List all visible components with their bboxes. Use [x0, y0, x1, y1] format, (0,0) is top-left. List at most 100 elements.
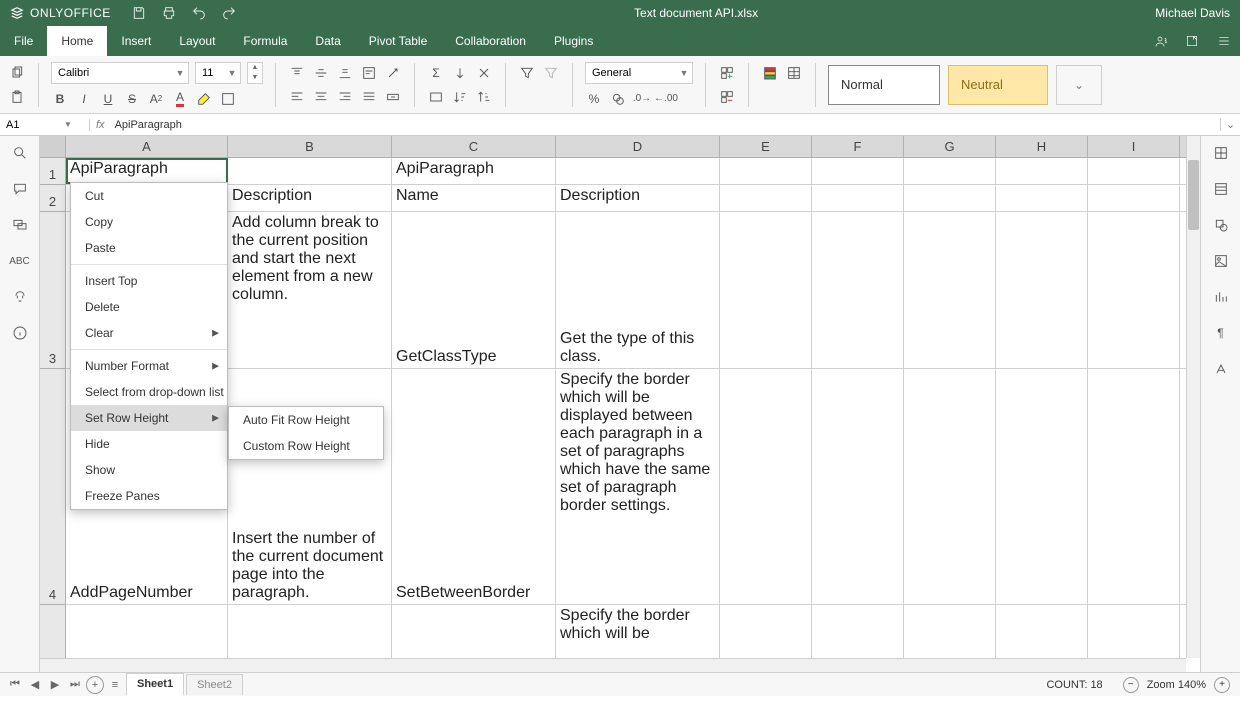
- sheet-tab-1[interactable]: Sheet1: [126, 673, 184, 696]
- image-settings-icon[interactable]: [1212, 252, 1230, 270]
- horizontal-scrollbar[interactable]: [40, 658, 1186, 672]
- col-header-D[interactable]: D: [556, 136, 720, 157]
- ctx-custom-row-height[interactable]: Custom Row Height: [229, 433, 383, 459]
- chevron-down-icon[interactable]: ▼: [172, 68, 188, 78]
- zoom-label[interactable]: Zoom 140%: [1147, 679, 1206, 691]
- wrap-text-icon[interactable]: [360, 64, 378, 82]
- search-icon[interactable]: [11, 144, 29, 162]
- undo-icon[interactable]: [191, 5, 207, 21]
- borders-icon[interactable]: [219, 90, 237, 108]
- cell-E3[interactable]: [720, 212, 812, 368]
- ctx-set-row-height[interactable]: Set Row Height▶: [71, 405, 227, 431]
- menu-layout[interactable]: Layout: [165, 26, 229, 56]
- expand-formula-icon[interactable]: ⌄: [1220, 118, 1240, 131]
- cell-F2[interactable]: [812, 185, 904, 211]
- menu-plugins[interactable]: Plugins: [540, 26, 607, 56]
- insert-cells-icon[interactable]: [718, 64, 736, 82]
- cell-I1[interactable]: [1088, 158, 1180, 184]
- sheet-list-icon[interactable]: ≡: [106, 676, 124, 694]
- info-icon[interactable]: [11, 324, 29, 342]
- cell-C2[interactable]: Name: [392, 185, 556, 211]
- cell-G3[interactable]: [904, 212, 996, 368]
- cell-G1[interactable]: [904, 158, 996, 184]
- cell-H2[interactable]: [996, 185, 1088, 211]
- number-format-input[interactable]: [586, 63, 676, 83]
- ctx-copy[interactable]: Copy: [71, 209, 227, 235]
- cell-G5[interactable]: [904, 605, 996, 664]
- col-header-B[interactable]: B: [228, 136, 392, 157]
- named-range-icon[interactable]: [427, 88, 445, 106]
- spreadsheet-grid[interactable]: A B C D E F G H I 1 2 3 4 ApiParagraph A…: [40, 136, 1200, 672]
- cell-E5[interactable]: [720, 605, 812, 664]
- copy-icon[interactable]: [8, 64, 26, 82]
- delete-cells-icon[interactable]: [718, 88, 736, 106]
- ctx-cut[interactable]: Cut: [71, 183, 227, 209]
- tabs-last-icon[interactable]: ⏭: [66, 676, 84, 694]
- table-settings-icon[interactable]: [1212, 180, 1230, 198]
- row-header-4[interactable]: 4: [40, 369, 66, 605]
- cell-D3[interactable]: Get the type of this class.: [556, 212, 720, 368]
- accounting-icon[interactable]: [609, 90, 627, 108]
- menu-home[interactable]: Home: [47, 26, 107, 56]
- cell-I2[interactable]: [1088, 185, 1180, 211]
- cell-C4[interactable]: SetBetweenBorder: [392, 369, 556, 604]
- subscript-icon[interactable]: A2: [147, 90, 165, 108]
- cell-I4[interactable]: [1088, 369, 1180, 604]
- menu-formula[interactable]: Formula: [229, 26, 301, 56]
- cell-G2[interactable]: [904, 185, 996, 211]
- add-sheet-icon[interactable]: +: [86, 676, 104, 694]
- feedback-icon[interactable]: [11, 288, 29, 306]
- align-right-icon[interactable]: [336, 88, 354, 106]
- ctx-show[interactable]: Show: [71, 457, 227, 483]
- open-location-icon[interactable]: [1176, 26, 1208, 56]
- zoom-in-icon[interactable]: +: [1214, 677, 1230, 693]
- align-middle-icon[interactable]: [312, 64, 330, 82]
- cell-F4[interactable]: [812, 369, 904, 604]
- cell-H4[interactable]: [996, 369, 1088, 604]
- comments-icon[interactable]: [11, 180, 29, 198]
- ctx-clear[interactable]: Clear▶: [71, 320, 227, 346]
- font-color-icon[interactable]: A: [171, 90, 189, 108]
- scrollbar-thumb[interactable]: [1188, 160, 1199, 230]
- text-art-settings-icon[interactable]: [1212, 360, 1230, 378]
- cell-style-dropdown[interactable]: ⌄: [1056, 65, 1102, 105]
- bold-icon[interactable]: B: [51, 90, 69, 108]
- paste-icon[interactable]: [8, 88, 26, 106]
- cell-E4[interactable]: [720, 369, 812, 604]
- ctx-auto-fit-row[interactable]: Auto Fit Row Height: [229, 407, 383, 433]
- cell-B5[interactable]: [228, 605, 392, 664]
- vertical-scrollbar[interactable]: [1186, 136, 1200, 658]
- font-name-combo[interactable]: ▼: [51, 62, 189, 84]
- font-size-combo[interactable]: ▼: [195, 62, 241, 84]
- save-icon[interactable]: [131, 5, 147, 21]
- cell-D2[interactable]: Description: [556, 185, 720, 211]
- cell-I5[interactable]: [1088, 605, 1180, 664]
- sort-asc-icon[interactable]: [451, 88, 469, 106]
- cell-B4[interactable]: Insert the number of the current documen…: [228, 369, 392, 604]
- merge-icon[interactable]: [384, 88, 402, 106]
- row-header-3[interactable]: 3: [40, 212, 66, 369]
- increase-decimal-icon[interactable]: ←.00: [657, 90, 675, 108]
- col-header-I[interactable]: I: [1088, 136, 1180, 157]
- filter-icon[interactable]: [518, 64, 536, 82]
- col-header-C[interactable]: C: [392, 136, 556, 157]
- col-header-G[interactable]: G: [904, 136, 996, 157]
- cell-F3[interactable]: [812, 212, 904, 368]
- cell-I3[interactable]: [1088, 212, 1180, 368]
- justify-icon[interactable]: [360, 88, 378, 106]
- filter-clear-icon[interactable]: [542, 64, 560, 82]
- col-header-E[interactable]: E: [720, 136, 812, 157]
- menu-pivot[interactable]: Pivot Table: [355, 26, 441, 56]
- formula-input[interactable]: ApiParagraph: [111, 119, 1220, 131]
- ctx-paste[interactable]: Paste: [71, 235, 227, 261]
- font-name-input[interactable]: [52, 63, 172, 83]
- cell-C5[interactable]: [392, 605, 556, 664]
- share-icon[interactable]: [1144, 26, 1176, 56]
- cell-E1[interactable]: [720, 158, 812, 184]
- cell-D5[interactable]: Specify the border which will be: [556, 605, 720, 664]
- shape-settings-icon[interactable]: [1212, 216, 1230, 234]
- chart-settings-icon[interactable]: [1212, 288, 1230, 306]
- align-left-icon[interactable]: [288, 88, 306, 106]
- chevron-down-icon[interactable]: ▼: [676, 68, 692, 78]
- chevron-down-icon[interactable]: ▼: [64, 120, 72, 129]
